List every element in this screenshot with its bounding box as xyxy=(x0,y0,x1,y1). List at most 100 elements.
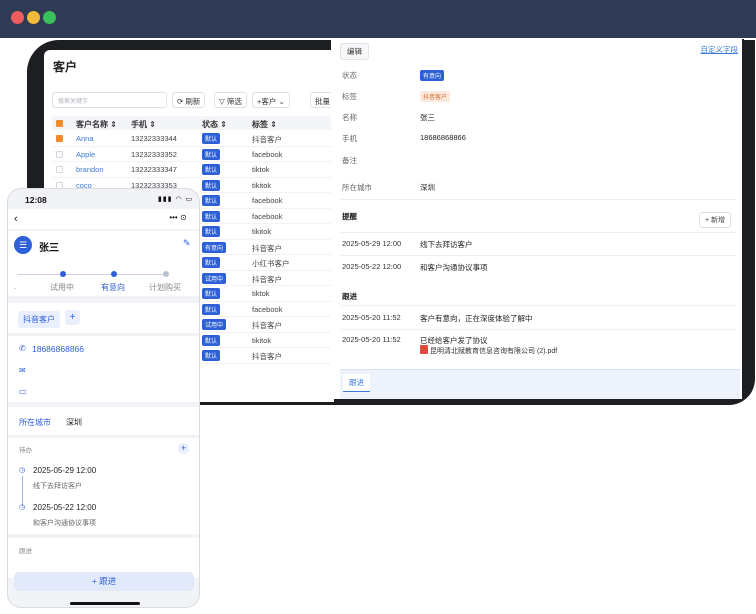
status-badge: 默认 xyxy=(202,148,221,160)
stage-track xyxy=(17,274,167,275)
customer-tag: 抖音客户 xyxy=(252,321,282,330)
add-todo-button[interactable]: + xyxy=(178,443,189,454)
row-checkbox[interactable] xyxy=(56,150,63,158)
status-badge: 默认 xyxy=(202,195,221,206)
column-header-status[interactable]: 状态 ⇕ xyxy=(202,119,227,130)
status-badge: 默认 xyxy=(202,164,221,175)
reminder-text: 和客户沟通协议事项 xyxy=(420,263,488,272)
status-badge: 默认 xyxy=(202,226,221,237)
todo-time: 2025-05-22 12:00 xyxy=(33,503,97,512)
custom-fields-link[interactable]: 自定义字段 xyxy=(701,44,739,55)
column-header-tag[interactable]: 标签 ⇕ xyxy=(252,119,277,130)
phone-number[interactable]: 18686868866 xyxy=(32,344,84,354)
status-badge: 默认 xyxy=(202,179,221,191)
status-badge: 默认 xyxy=(202,210,221,222)
contact-name: 张三 xyxy=(39,243,59,254)
avatar: ☰ xyxy=(14,236,32,254)
customer-tag: tikitok xyxy=(252,180,272,190)
edit-pencil-icon[interactable]: ✎ xyxy=(183,238,191,249)
page-title: 客户 xyxy=(53,60,78,74)
customer-tag: tiktok xyxy=(252,289,270,298)
tag-chip[interactable]: 抖音客户 xyxy=(18,311,60,328)
city-value: 深圳 xyxy=(420,183,435,192)
reminder-text: 线下去拜访客户 xyxy=(420,240,473,249)
customer-name[interactable]: Apple xyxy=(76,150,95,159)
customer-tag: facebook xyxy=(252,211,283,221)
phone-label: 手机 xyxy=(342,134,357,143)
divider xyxy=(341,255,736,256)
todo-text: 线下去拜访客户 xyxy=(33,483,82,490)
pdf-file-icon xyxy=(420,345,428,354)
chat-bubble-icon[interactable]: ▭ xyxy=(19,387,27,396)
tag-badge: 抖音客户 xyxy=(420,91,451,102)
column-header-phone[interactable]: 手机 ⇕ xyxy=(131,119,156,130)
row-checkbox[interactable] xyxy=(56,135,63,142)
pdf-attachment[interactable]: 昆明清北赋教育信息咨询有限公司 (2).pdf xyxy=(420,345,557,356)
mini-program-capsule-icon[interactable]: ••• ⊙ xyxy=(160,213,196,226)
divider xyxy=(341,199,736,200)
customer-phone: 13232333347 xyxy=(131,165,177,174)
edit-button[interactable]: 编辑 xyxy=(340,43,369,60)
followup-label: 跟进 xyxy=(19,548,32,555)
stage-node-plan xyxy=(163,271,169,277)
tag-label: 标签 xyxy=(342,92,357,101)
name-label: 名称 xyxy=(342,113,357,122)
customer-tag: tiktok xyxy=(252,165,270,174)
customer-phone: 13232333344 xyxy=(131,134,177,143)
city-label: 所在城市 xyxy=(19,418,51,427)
stage-intent[interactable]: 有意向 xyxy=(101,282,125,293)
status-badge: 有意向 xyxy=(420,70,445,81)
followup-time: 2025-05-20 11:52 xyxy=(342,313,401,322)
attachment-name: 昆明清北赋教育信息咨询有限公司 (2).pdf xyxy=(430,348,558,355)
close-window-icon[interactable] xyxy=(11,11,24,24)
status-badge: 试用中 xyxy=(202,319,227,330)
stage-node-trial xyxy=(60,271,66,277)
home-indicator xyxy=(70,602,140,605)
mobile-nav-bar: ‹ ••• ⊙ xyxy=(8,209,199,229)
tab-followup[interactable]: 跟进 xyxy=(343,374,370,392)
clock-icon: ◷ xyxy=(19,504,26,511)
status-bar-icons: ▮▮▮ ◠ ▭ xyxy=(158,196,194,203)
customer-name[interactable]: brandon xyxy=(76,165,104,174)
filter-button[interactable]: ▽ 筛选 xyxy=(214,92,247,108)
divider xyxy=(341,305,736,306)
column-header-name[interactable]: 客户名称 ⇕ xyxy=(76,119,117,130)
stage-trial[interactable]: 试用中 xyxy=(50,282,74,293)
minimize-window-icon[interactable] xyxy=(27,11,40,24)
select-all-checkbox[interactable] xyxy=(56,120,63,127)
maximize-window-icon[interactable] xyxy=(43,11,56,24)
reminders-title: 提醒 xyxy=(342,212,357,221)
email-icon[interactable]: ✉ xyxy=(19,366,26,375)
todo-time: 2025-05-29 12:00 xyxy=(33,466,97,475)
followup-text: 客户有意向，正在深度体验了解中 xyxy=(420,314,533,323)
row-checkbox[interactable] xyxy=(56,166,63,173)
table-row[interactable]: brandon 13232333347 默认 tiktok xyxy=(52,162,334,178)
refresh-button[interactable]: ⟳ 刷新 xyxy=(172,92,206,108)
phone-icon: ✆ xyxy=(19,344,26,353)
stage-plan[interactable]: 计划购买 xyxy=(149,282,181,293)
reminder-time: 2025-05-29 12:00 xyxy=(342,239,402,248)
status-bar-time: 12:08 xyxy=(25,195,47,205)
search-input[interactable]: 搜索关键字 xyxy=(52,92,167,108)
table-header: 客户名称 ⇕ 手机 ⇕ 状态 ⇕ 标签 ⇕ xyxy=(52,116,334,130)
add-reminder-button[interactable]: + 新增 xyxy=(699,212,732,228)
city-value: 深圳 xyxy=(66,418,82,427)
status-badge: 有意向 xyxy=(202,241,227,253)
add-customer-button[interactable]: +客户 ⌄ xyxy=(252,92,290,108)
customer-tag: facebook xyxy=(252,196,283,205)
mobile-phone-screen: 12:08 ▮▮▮ ◠ ▭ ‹ ••• ⊙ ☰ 张三 ✎ . 试用中 有意向 计… xyxy=(7,188,200,608)
contact-header-card xyxy=(8,231,199,266)
stage-node-intent xyxy=(111,271,117,277)
table-row[interactable]: Apple 13232333352 默认 facebook xyxy=(52,147,334,162)
add-tag-button[interactable]: + xyxy=(65,310,80,325)
note-label: 备注 xyxy=(342,156,357,165)
back-arrow-icon[interactable]: ‹ xyxy=(14,213,18,225)
todo-label: 待办 xyxy=(19,447,32,454)
table-row[interactable]: Anna 13232333344 默认 抖音客户 xyxy=(52,131,334,147)
city-label: 所在城市 xyxy=(342,183,372,192)
customer-name[interactable]: Anna xyxy=(76,134,94,143)
customer-tag: 抖音客户 xyxy=(252,135,282,144)
stage-prev: . xyxy=(14,282,17,291)
customer-phone: 13232333352 xyxy=(131,149,177,159)
add-followup-button[interactable]: + 跟进 xyxy=(14,572,194,591)
